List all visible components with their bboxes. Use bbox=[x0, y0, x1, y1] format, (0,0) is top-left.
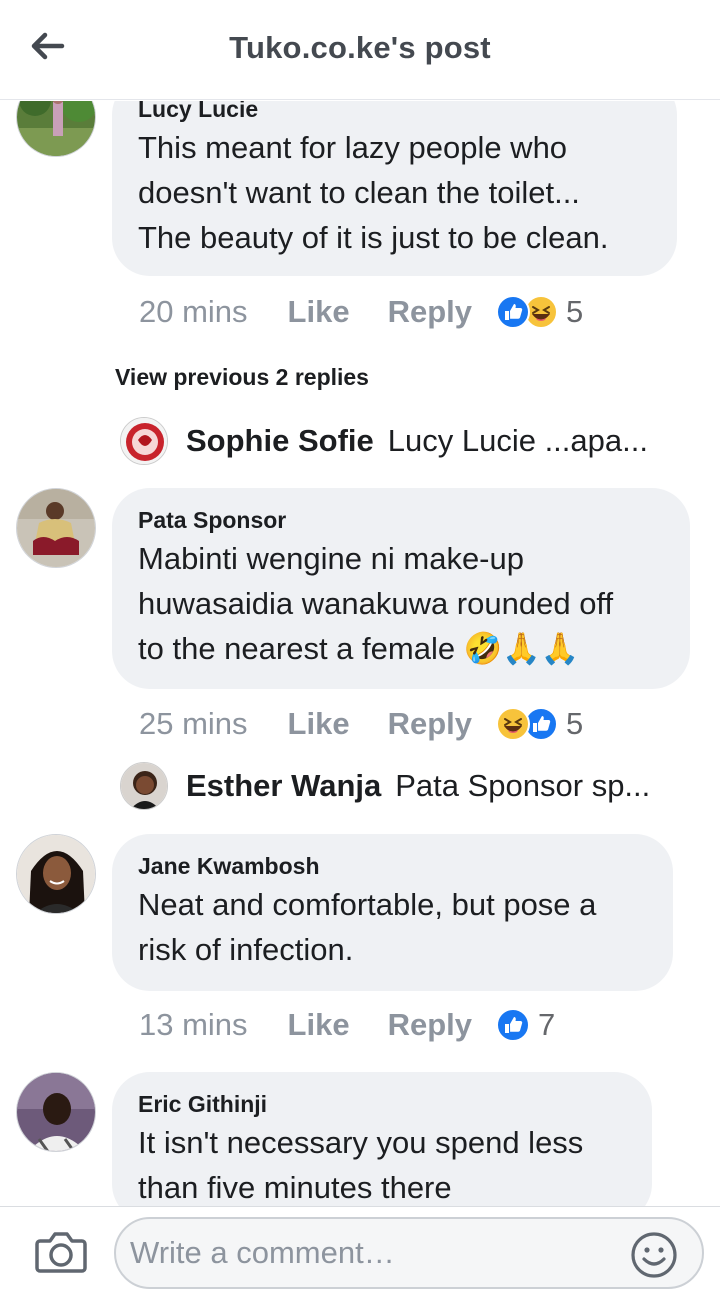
comment-text: This meant for lazy people who doesn't w… bbox=[138, 130, 609, 255]
reply-author[interactable]: Sophie Sofie bbox=[186, 423, 374, 459]
comment-actions: 13 mins Like Reply 7 bbox=[139, 1003, 555, 1047]
avatar[interactable] bbox=[16, 488, 96, 568]
reply-button[interactable]: Reply bbox=[388, 706, 472, 742]
comment-time: 25 mins bbox=[139, 706, 248, 741]
avatar[interactable] bbox=[120, 762, 168, 810]
avatar[interactable] bbox=[16, 101, 96, 157]
reply-button[interactable]: Reply bbox=[388, 1007, 472, 1043]
reply-author[interactable]: Esther Wanja bbox=[186, 768, 381, 804]
comment-author[interactable]: Jane Kwambosh bbox=[138, 852, 647, 880]
comment-time: 20 mins bbox=[139, 294, 248, 329]
laugh-reaction-icon bbox=[496, 707, 530, 741]
avatar[interactable] bbox=[16, 1072, 96, 1152]
avatar[interactable] bbox=[120, 417, 168, 465]
reaction-count: 5 bbox=[566, 706, 584, 741]
page-title: Tuko.co.ke's post bbox=[229, 30, 491, 65]
like-reaction-icon bbox=[496, 295, 530, 329]
reaction-count: 7 bbox=[538, 1007, 556, 1042]
comment-text: Neat and comfortable, but pose a risk of… bbox=[138, 887, 597, 967]
reaction-summary[interactable]: 5 bbox=[496, 294, 583, 330]
comment-author[interactable]: Eric Githinji bbox=[138, 1090, 626, 1118]
comment-bubble[interactable]: Pata Sponsor Mabinti wengine ni make-up … bbox=[112, 488, 690, 689]
comment-input[interactable] bbox=[114, 1217, 704, 1289]
reply-text: Lucy Lucie ...apa... bbox=[387, 423, 648, 458]
camera-button[interactable] bbox=[34, 1227, 88, 1277]
comment-text: Mabinti wengine ni make-up huwasaidia wa… bbox=[138, 541, 614, 666]
reply-text: Pata Sponsor sp... bbox=[395, 768, 651, 803]
comment-author[interactable]: Lucy Lucie bbox=[138, 101, 651, 123]
like-reaction-icon bbox=[496, 1008, 530, 1042]
emoji-button[interactable] bbox=[630, 1231, 678, 1279]
comment-bubble[interactable]: Eric Githinji It isn't necessary you spe… bbox=[112, 1072, 652, 1206]
comment-actions: 25 mins Like Reply 5 bbox=[139, 702, 583, 746]
comment-bubble[interactable]: Jane Kwambosh Neat and comfortable, but … bbox=[112, 834, 673, 991]
reaction-summary[interactable]: 5 bbox=[496, 706, 583, 742]
comment-bubble[interactable]: Lucy Lucie This meant for lazy people wh… bbox=[112, 101, 677, 276]
like-button[interactable]: Like bbox=[288, 706, 350, 742]
like-button[interactable]: Like bbox=[288, 1007, 350, 1043]
comment-time: 13 mins bbox=[139, 1007, 248, 1042]
top-bar: Tuko.co.ke's post bbox=[0, 0, 720, 100]
reaction-count: 5 bbox=[566, 294, 584, 329]
avatar[interactable] bbox=[16, 834, 96, 914]
comment-actions: 20 mins Like Reply 5 bbox=[139, 290, 583, 334]
reply-preview[interactable]: Sophie Sofie Lucy Lucie ...apa... bbox=[120, 416, 680, 466]
reply-button[interactable]: Reply bbox=[388, 294, 472, 330]
comment-text: It isn't necessary you spend less than f… bbox=[138, 1125, 584, 1205]
comments-feed[interactable]: Lucy Lucie This meant for lazy people wh… bbox=[0, 101, 720, 1206]
reply-preview[interactable]: Esther Wanja Pata Sponsor sp... bbox=[120, 761, 680, 811]
like-button[interactable]: Like bbox=[288, 294, 350, 330]
view-previous-replies[interactable]: View previous 2 replies bbox=[115, 364, 369, 391]
comment-author[interactable]: Pata Sponsor bbox=[138, 506, 664, 534]
reaction-summary[interactable]: 7 bbox=[496, 1007, 555, 1043]
smiley-icon bbox=[631, 1232, 677, 1278]
comment-composer bbox=[0, 1206, 720, 1291]
camera-icon bbox=[35, 1232, 87, 1273]
